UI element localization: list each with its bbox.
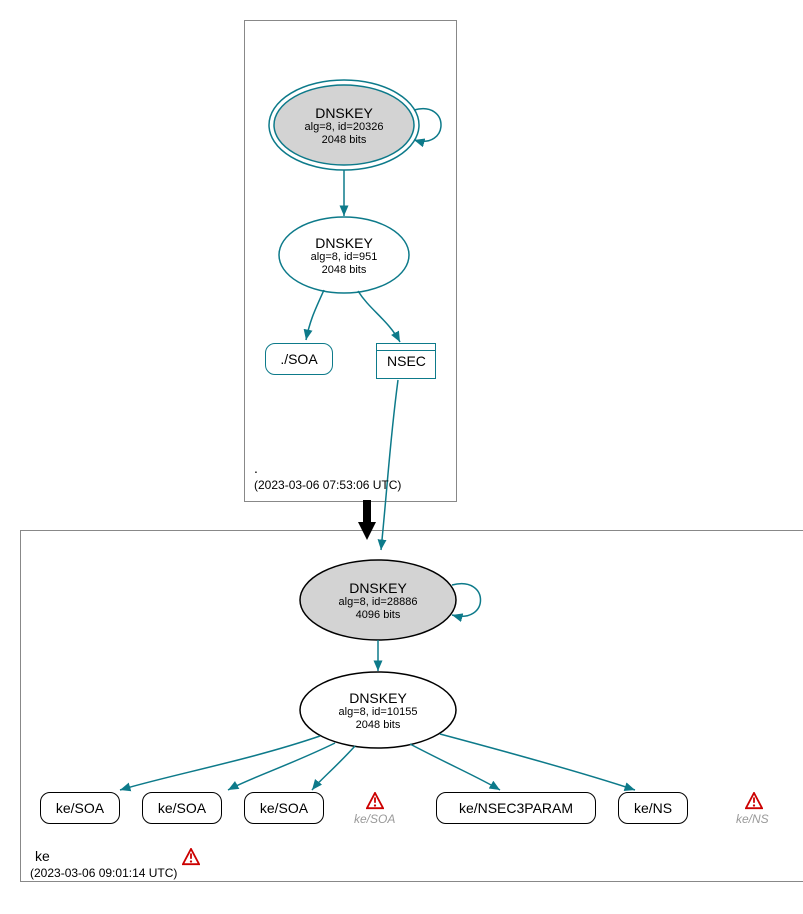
ke-ksk-node: DNSKEY alg=8, id=28886 4096 bits bbox=[308, 580, 448, 622]
ke-soa3-node: ke/SOA bbox=[244, 792, 324, 824]
ke-soa2-node: ke/SOA bbox=[142, 792, 222, 824]
dnskey-alg: alg=8, id=28886 bbox=[308, 596, 448, 609]
dnskey-title: DNSKEY bbox=[308, 690, 448, 706]
rrset-label: ke/SOA bbox=[56, 800, 104, 816]
ke-ns-warn-label: ke/NS bbox=[736, 812, 769, 826]
ke-soa1-node: ke/SOA bbox=[40, 792, 120, 824]
zone-ke-timestamp: (2023-03-06 09:01:14 UTC) bbox=[30, 866, 177, 880]
dnskey-title: DNSKEY bbox=[279, 235, 409, 251]
root-nsec-node: NSEC bbox=[376, 343, 436, 379]
root-zsk-node: DNSKEY alg=8, id=951 2048 bits bbox=[279, 235, 409, 277]
dnskey-title: DNSKEY bbox=[308, 580, 448, 596]
dnskey-bits: 2048 bits bbox=[308, 719, 448, 732]
rrset-label: ke/NSEC3PARAM bbox=[459, 800, 573, 816]
rrset-label: ke/SOA bbox=[260, 800, 308, 816]
dnskey-alg: alg=8, id=10155 bbox=[308, 706, 448, 719]
rrset-label: ./SOA bbox=[280, 351, 317, 367]
rrset-label: ke/SOA bbox=[158, 800, 206, 816]
dnskey-bits: 4096 bits bbox=[308, 609, 448, 622]
diagram-container: DNSKEY alg=8, id=20326 2048 bits DNSKEY … bbox=[10, 10, 803, 904]
zone-ke-name: ke bbox=[35, 848, 50, 864]
zone-root-name: . bbox=[254, 460, 258, 476]
root-ksk-node: DNSKEY alg=8, id=20326 2048 bits bbox=[274, 105, 414, 147]
dnskey-alg: alg=8, id=951 bbox=[279, 251, 409, 264]
dnskey-bits: 2048 bits bbox=[274, 134, 414, 147]
zone-root-timestamp: (2023-03-06 07:53:06 UTC) bbox=[254, 478, 401, 492]
root-soa-node: ./SOA bbox=[265, 343, 333, 375]
dnskey-alg: alg=8, id=20326 bbox=[274, 121, 414, 134]
dnskey-title: DNSKEY bbox=[274, 105, 414, 121]
ke-soa-warn-label: ke/SOA bbox=[354, 812, 395, 826]
ke-ns-node: ke/NS bbox=[618, 792, 688, 824]
ke-zsk-node: DNSKEY alg=8, id=10155 2048 bits bbox=[308, 690, 448, 732]
rrset-label: ke/NS bbox=[634, 800, 672, 816]
nsec-label: NSEC bbox=[377, 350, 435, 371]
ke-nsec3param-node: ke/NSEC3PARAM bbox=[436, 792, 596, 824]
dnskey-bits: 2048 bits bbox=[279, 264, 409, 277]
